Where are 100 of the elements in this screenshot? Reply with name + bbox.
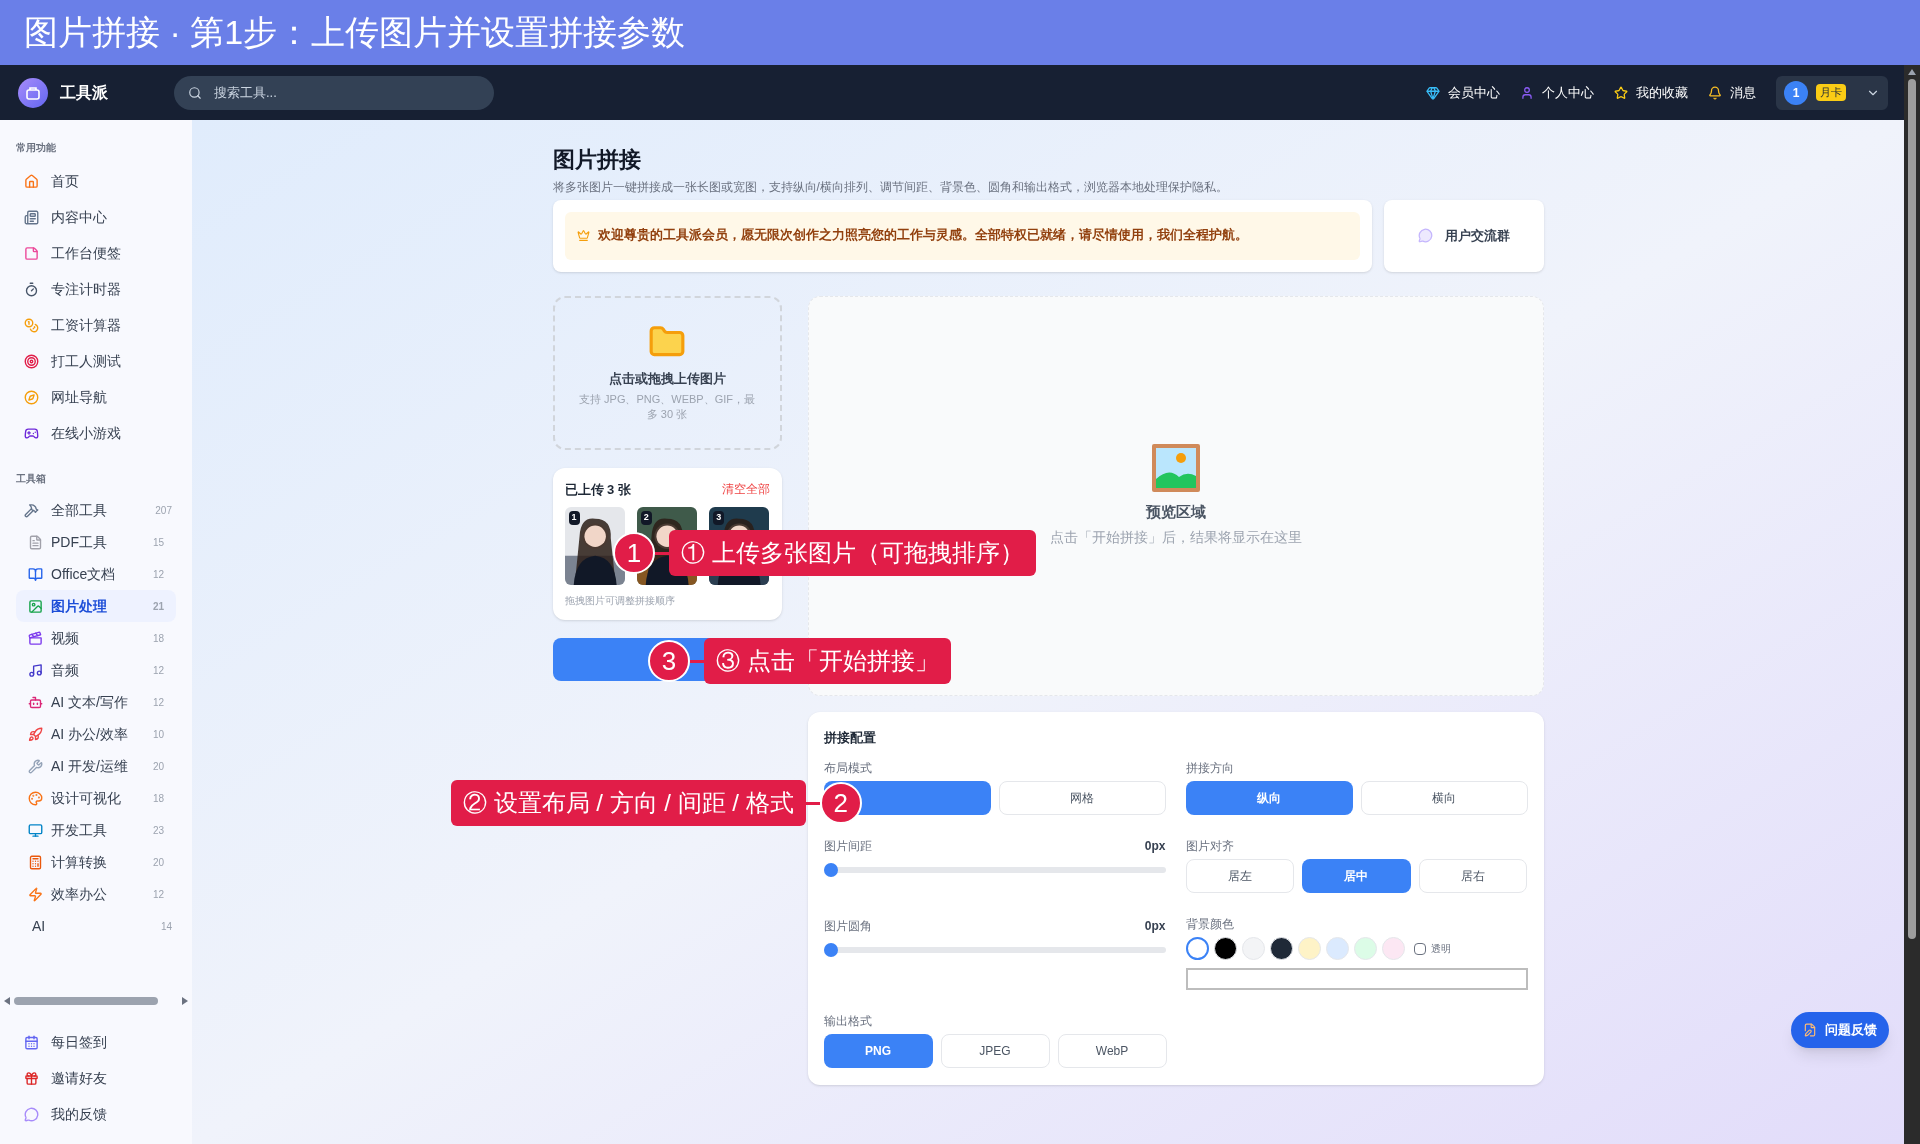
- gift-icon: [24, 1070, 39, 1086]
- field-label: 图片圆角: [823, 918, 872, 935]
- color-swatch[interactable]: [1185, 937, 1209, 960]
- option-button[interactable]: 居右: [1418, 859, 1528, 893]
- house-icon: [24, 173, 39, 189]
- sidebar-item[interactable]: 邀请好友: [16, 1060, 176, 1096]
- user-menu[interactable]: 1 月卡: [1776, 75, 1888, 110]
- drag-hint: 拖拽图片可调整拼接顺序: [564, 594, 676, 608]
- sidebar-item[interactable]: 我的反馈: [16, 1096, 176, 1132]
- item-count: 10: [152, 727, 164, 742]
- color-input-field[interactable]: [1185, 968, 1528, 990]
- sidebar-item[interactable]: AI 文本/写作 12: [16, 686, 176, 718]
- sidebar-item[interactable]: 网址导航: [16, 381, 111, 413]
- edit-document-icon: [1803, 1023, 1817, 1037]
- brand-name[interactable]: 工具派: [60, 80, 108, 105]
- scroll-right-arrow-icon[interactable]: [182, 997, 188, 1005]
- annotation-tooltip: ② 设置布局 / 方向 / 间距 / 格式: [451, 780, 806, 826]
- item-count: 12: [152, 663, 164, 678]
- option-button[interactable]: 居左: [1185, 859, 1295, 893]
- upload-title: 点击或拖拽上传图片: [608, 369, 726, 388]
- user-icon: [1520, 85, 1534, 100]
- sidebar-item[interactable]: 首页: [16, 165, 83, 197]
- item-count: 20: [152, 759, 164, 774]
- item-count: 18: [152, 791, 164, 806]
- robot-icon: [28, 694, 43, 710]
- clear-all-link[interactable]: 清空全部: [721, 480, 770, 499]
- document-icon: [28, 534, 43, 550]
- slider-thumb[interactable]: [823, 943, 838, 957]
- sidebar-item[interactable]: AI 开发/运维 20: [16, 750, 176, 782]
- nav-link[interactable]: 个人中心: [1520, 82, 1594, 103]
- sidebar-item[interactable]: 图片处理 21: [16, 590, 176, 622]
- config-title: 拼接配置: [823, 728, 877, 747]
- target-icon: [24, 353, 39, 369]
- sidebar-item[interactable]: AI 14: [16, 910, 176, 942]
- sidebar-item[interactable]: 计算转换 20: [16, 846, 176, 878]
- transparent-checkbox[interactable]: [1413, 942, 1426, 955]
- search-field[interactable]: 搜索工具...: [174, 75, 494, 110]
- item-count: 207: [155, 503, 172, 518]
- field-label: 拼接方向: [1185, 760, 1235, 777]
- upload-dropzone[interactable]: 点击或拖拽上传图片 支持 JPG、PNG、WEBP、GIF，最多 30 张: [552, 295, 782, 450]
- sidebar-item[interactable]: 在线小游戏: [16, 417, 125, 449]
- sidebar-item[interactable]: 音频 12: [16, 654, 176, 686]
- nav-link[interactable]: 会员中心: [1426, 82, 1500, 103]
- sidebar-item[interactable]: 效率办公 12: [16, 878, 176, 910]
- page-title: 图片拼接: [552, 146, 642, 174]
- option-button[interactable]: 网格: [998, 781, 1166, 815]
- abacus-icon: [28, 854, 43, 870]
- option-button[interactable]: JPEG: [940, 1034, 1050, 1068]
- sidebar-item[interactable]: 打工人测试: [16, 345, 125, 377]
- option-button[interactable]: 横向: [1360, 781, 1528, 815]
- vertical-scrollbar[interactable]: [1904, 65, 1920, 1144]
- sidebar-item[interactable]: 专注计时器: [16, 273, 125, 305]
- option-button[interactable]: PNG: [823, 1034, 933, 1068]
- calendar-icon: [24, 1034, 39, 1050]
- sidebar-item[interactable]: 内容中心: [16, 201, 111, 233]
- sidebar-item[interactable]: 视频 18: [16, 622, 176, 654]
- option-button[interactable]: WebP: [1057, 1034, 1167, 1068]
- item-count: 20: [152, 855, 164, 870]
- preview-hint: 点击「开始拼接」后，结果将显示在这里: [1049, 528, 1302, 548]
- item-count: 21: [152, 599, 164, 614]
- sidebar-item[interactable]: 每日签到: [16, 1024, 176, 1060]
- nav-link[interactable]: 我的收藏: [1614, 82, 1688, 103]
- option-button[interactable]: 纵向: [1185, 781, 1353, 815]
- clapperboard-icon: [28, 630, 43, 646]
- speech-bubble-icon: [1417, 228, 1433, 243]
- feedback-button[interactable]: 问题反馈: [1791, 1012, 1889, 1048]
- sidebar-item[interactable]: PDF工具 15: [16, 526, 176, 558]
- compass-icon: [24, 389, 39, 405]
- section-heading: 常用功能: [15, 141, 57, 155]
- search-icon: [188, 85, 202, 100]
- user-avatar: 1: [1784, 80, 1808, 105]
- section-heading: 工具箱: [15, 472, 47, 486]
- option-button[interactable]: 居中: [1302, 859, 1411, 893]
- logo-icon[interactable]: [18, 77, 48, 108]
- gamepad-icon: [24, 425, 39, 441]
- sidebar-item[interactable]: 开发工具 23: [16, 814, 176, 846]
- slider-thumb[interactable]: [823, 863, 838, 877]
- upload-hint: 支持 JPG、PNG、WEBP、GIF，最多 30 张: [578, 392, 756, 423]
- sidebar-item[interactable]: 设计可视化 18: [16, 782, 176, 814]
- item-count: 23: [152, 823, 164, 838]
- sidebar-item[interactable]: AI 办公/效率 10: [16, 718, 176, 750]
- field-label: 图片间距: [823, 838, 872, 855]
- book-icon: [28, 566, 43, 582]
- sidebar-item[interactable]: 工资计算器: [16, 309, 125, 341]
- uploaded-count: 已上传 3 张: [564, 480, 631, 499]
- order-number: 3: [713, 511, 725, 525]
- palette-icon: [28, 790, 43, 806]
- image-icon: [28, 598, 43, 614]
- scroll-up-arrow-icon[interactable]: [1908, 69, 1916, 75]
- rocket-icon: [28, 726, 43, 742]
- field-label: 背景颜色: [1185, 916, 1235, 933]
- lightning-icon: [28, 886, 43, 902]
- checkbox-label: 透明: [1430, 942, 1451, 956]
- sidebar-item[interactable]: Office文档 12: [16, 558, 176, 590]
- welcome-message: 欢迎尊贵的工具派会员，愿无限次创作之力照亮您的工作与灵感。全部特权已就绪，请尽情使用，我们全程护航。: [597, 226, 1248, 245]
- scroll-left-arrow-icon[interactable]: [4, 997, 10, 1005]
- nav-link[interactable]: 消息: [1708, 82, 1756, 103]
- sidebar-item[interactable]: 工作台便签: [16, 237, 125, 269]
- sidebar-item[interactable]: 全部工具 207: [16, 494, 176, 526]
- group-chat-button[interactable]: 用户交流群: [1383, 199, 1544, 272]
